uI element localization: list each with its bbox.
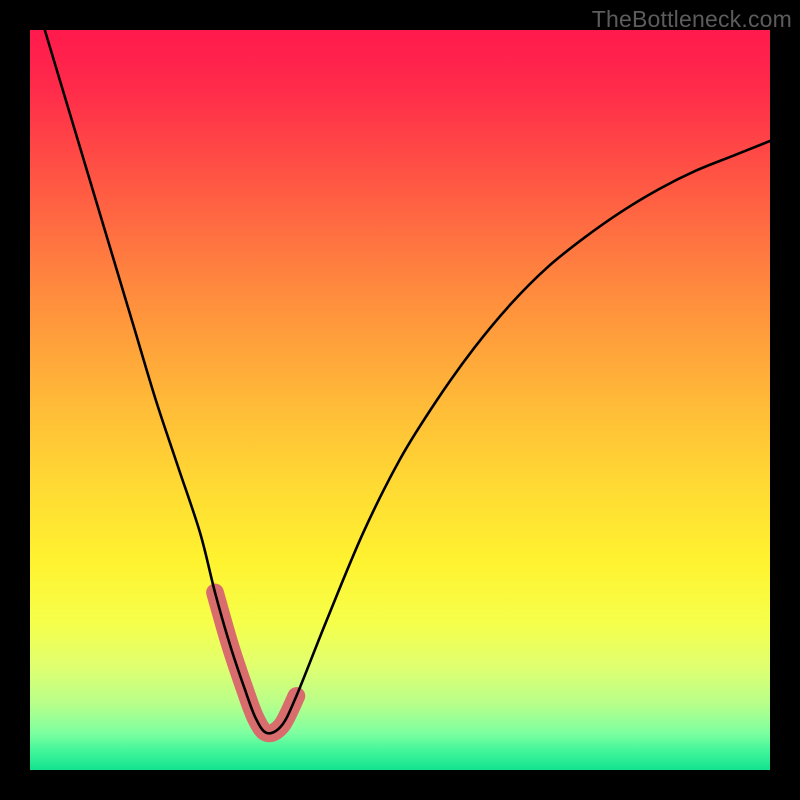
- chart-frame: TheBottleneck.com: [0, 0, 800, 800]
- highlight-u-segment: [215, 592, 296, 733]
- watermark-text: TheBottleneck.com: [592, 6, 792, 33]
- plot-area: [30, 30, 770, 770]
- curve-layer: [30, 30, 770, 770]
- bottleneck-curve: [45, 30, 770, 733]
